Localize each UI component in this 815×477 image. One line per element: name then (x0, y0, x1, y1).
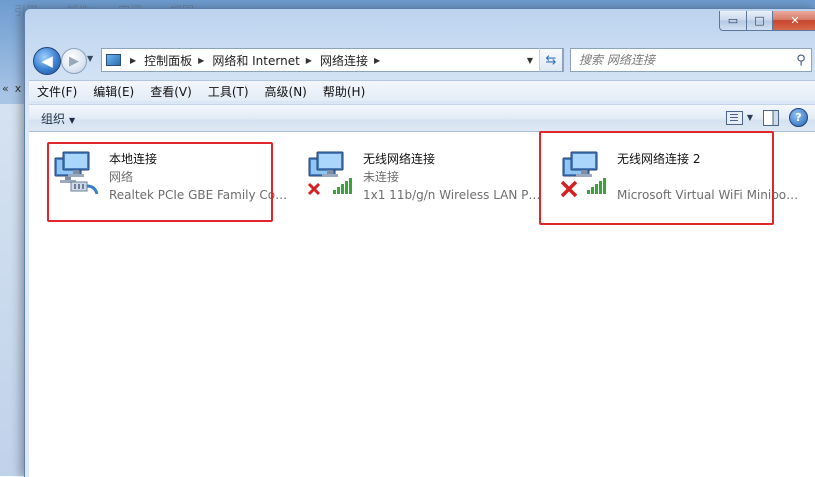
breadcrumb-arrow-root[interactable]: ▶ (124, 56, 144, 65)
connection-device: 1x1 11b/g/n Wireless LAN PCI-E NIC (363, 188, 548, 202)
organize-label: 组织 (41, 112, 66, 126)
search-box: ⚲ (570, 48, 812, 72)
menu-help[interactable]: 帮助(H) (323, 83, 365, 100)
title-bar[interactable]: ▭ □ ✕ (25, 9, 815, 39)
connection-name: 无线网络连接 (363, 152, 436, 166)
control-panel-icon (102, 50, 124, 70)
close-button[interactable]: ✕ (773, 11, 815, 31)
breadcrumb-network-connections[interactable]: 网络连接 ▶ (320, 52, 388, 69)
menu-tools[interactable]: 工具(T) (208, 83, 249, 100)
menu-view[interactable]: 查看(V) (150, 83, 192, 100)
view-details-icon (725, 110, 743, 125)
forward-button[interactable]: ▶ (61, 48, 87, 74)
search-input[interactable] (571, 52, 791, 68)
back-button[interactable]: ◀ (33, 47, 61, 75)
minimize-button[interactable]: ▭ (719, 11, 747, 31)
address-dropdown-icon[interactable]: ▼ (523, 56, 537, 65)
menu-bar: 文件(F) 编辑(E) 查看(V) 工具(T) 高级(N) 帮助(H) (29, 80, 815, 101)
toolbar-right: ▼ ? (725, 108, 808, 127)
highlight-box-wireless-2 (539, 131, 774, 225)
collapse-icon: « (2, 82, 9, 95)
help-button[interactable]: ? (789, 108, 808, 127)
explorer-window: ▭ □ ✕ ◀ ▶ ▼ ▶ 控制面板 ▶ 网络和 Internet ▶ 网络连接 ▶ … (24, 8, 815, 477)
breadcrumb-separator-icon[interactable]: ▶ (306, 56, 312, 65)
address-bar[interactable]: ▶ 控制面板 ▶ 网络和 Internet ▶ 网络连接 ▶ ▼ (101, 48, 564, 72)
chevron-down-icon: ▼ (746, 113, 753, 122)
breadcrumb-control-panel[interactable]: 控制面板 ▶ (144, 52, 212, 69)
address-row: ◀ ▶ ▼ ▶ 控制面板▶ 网络和 Internet▶ 网络连接▶ ▼ ⇆ ⚲ (25, 45, 815, 75)
maximize-button[interactable]: □ (747, 11, 773, 31)
connections-list: 本地连接 网络 Realtek PCIe GBE Family Controll… (29, 131, 815, 477)
menu-advanced[interactable]: 高级(N) (265, 83, 307, 100)
refresh-button[interactable]: ⇆ (539, 48, 563, 72)
wireless-connection-icon (307, 151, 352, 196)
connection-text: 无线网络连接 未连接 1x1 11b/g/n Wireless LAN PCI-… (363, 150, 553, 204)
menu-edit[interactable]: 编辑(E) (93, 83, 134, 100)
highlight-box-local (47, 142, 273, 222)
desktop: 引用 邮件 审阅 视图 « x ▭ □ ✕ ◀ ▶ ▼ ▶ 控制面板▶ (0, 0, 815, 477)
window-controls: ▭ □ ✕ (719, 11, 815, 31)
background-side-strip (0, 104, 24, 476)
recent-pages-dropdown[interactable]: ▼ (87, 54, 93, 63)
organize-button[interactable]: 组织 ▼ (41, 110, 75, 127)
preview-pane-button[interactable] (763, 109, 779, 126)
menu-file[interactable]: 文件(F) (37, 83, 77, 100)
background-side-controls: « x (0, 82, 26, 96)
connection-status: 未连接 (363, 170, 400, 184)
breadcrumb-separator-icon[interactable]: ▶ (374, 56, 380, 65)
search-icon[interactable]: ⚲ (791, 53, 811, 68)
breadcrumb-separator-icon[interactable]: ▶ (198, 56, 204, 65)
chevron-down-icon: ▼ (69, 116, 76, 125)
close-icon: x (14, 82, 22, 95)
change-view-button[interactable]: ▼ (725, 110, 753, 125)
breadcrumb-network-internet[interactable]: 网络和 Internet ▶ (212, 52, 320, 69)
command-bar: 组织 ▼ ▼ ? (29, 104, 815, 132)
connection-item-wireless[interactable]: 无线网络连接 未连接 1x1 11b/g/n Wireless LAN PCI-… (293, 142, 548, 206)
